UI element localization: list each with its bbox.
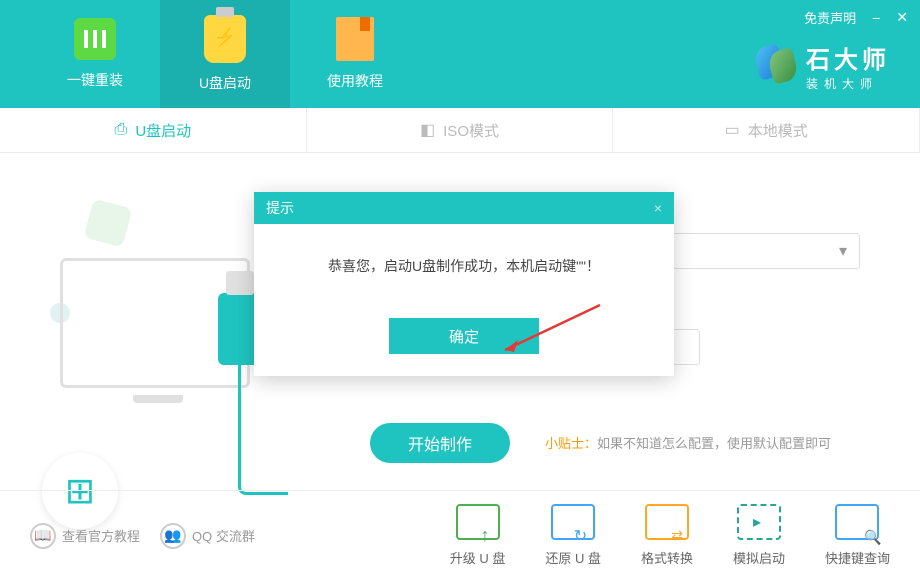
brand-subtitle: 装机大师	[806, 75, 890, 92]
action-upgrade[interactable]: 升级 U 盘	[450, 504, 506, 567]
mode-tab-local[interactable]: ▭ 本地模式	[613, 108, 920, 152]
tip-label: 小贴士：	[545, 436, 597, 451]
mode-tabs: ⎙ U盘启动 ◧ ISO模式 ▭ 本地模式	[0, 108, 920, 153]
modal-message: 恭喜您，启动U盘制作成功，本机启动键""！	[254, 224, 674, 308]
nav-label-tutorial: 使用教程	[327, 71, 383, 91]
modal-header: 提示 ×	[254, 192, 674, 224]
mode-tab-usb[interactable]: ⎙ U盘启动	[0, 108, 307, 152]
people-icon: 👥	[160, 523, 186, 549]
local-icon: ▭	[725, 120, 740, 140]
nav-tab-tutorial[interactable]: 使用教程	[290, 0, 420, 108]
action-restore[interactable]: 还原 U 盘	[545, 504, 601, 567]
deco-square	[84, 199, 133, 248]
window-controls: 免责声明 − ✕	[804, 8, 908, 27]
iso-icon: ◧	[420, 120, 435, 140]
action-convert[interactable]: 格式转换	[641, 504, 693, 567]
upgrade-icon	[456, 504, 500, 540]
start-button[interactable]: 开始制作	[370, 423, 510, 463]
cable-graphic	[238, 365, 288, 495]
nav-tab-usb-boot[interactable]: U盘启动	[160, 0, 290, 108]
chevron-down-icon: ▾	[839, 241, 847, 261]
modal-close-button[interactable]: ×	[654, 200, 662, 216]
modal-title: 提示	[266, 198, 294, 218]
restore-icon	[551, 504, 595, 540]
nav-label-reinstall: 一键重装	[67, 70, 123, 90]
modal-confirm-button[interactable]: 确定	[389, 318, 539, 354]
tip-content: 如果不知道怎么配置，使用默认配置即可	[597, 436, 831, 451]
official-tutorial-link[interactable]: 📖 查看官方教程	[30, 523, 140, 549]
brand-logo: 石大师 装机大师	[756, 40, 890, 92]
logo-icon	[756, 46, 796, 86]
usb-small-icon: ⎙	[115, 121, 128, 139]
action-simulate[interactable]: 模拟启动	[733, 504, 785, 567]
success-modal: 提示 × 恭喜您，启动U盘制作成功，本机启动键""！ 确定	[254, 192, 674, 376]
bottom-bar: 📖 查看官方教程 👥 QQ 交流群 升级 U 盘 还原 U 盘 格式转换 模拟启…	[0, 490, 920, 580]
nav-tabs: 一键重装 U盘启动 使用教程	[0, 0, 420, 108]
hotkey-icon	[835, 504, 879, 540]
action-hotkey[interactable]: 快捷键查询	[825, 504, 890, 567]
convert-icon	[645, 504, 689, 540]
reinstall-icon	[74, 18, 116, 60]
tutorial-icon	[336, 17, 374, 61]
nav-tab-reinstall[interactable]: 一键重装	[30, 0, 160, 108]
nav-label-usb: U盘启动	[199, 73, 251, 93]
simulate-icon	[737, 504, 781, 540]
minimize-button[interactable]: −	[872, 10, 880, 26]
mode-tab-iso[interactable]: ◧ ISO模式	[307, 108, 614, 152]
close-button[interactable]: ✕	[896, 9, 908, 26]
disclaimer-link[interactable]: 免责声明	[804, 8, 856, 27]
tip-text: 小贴士：如果不知道怎么配置，使用默认配置即可	[545, 433, 831, 452]
usb-icon	[204, 15, 246, 63]
book-icon: 📖	[30, 523, 56, 549]
qq-group-link[interactable]: 👥 QQ 交流群	[160, 523, 255, 549]
app-header: 一键重装 U盘启动 使用教程 免责声明 − ✕ 石大师 装机大师	[0, 0, 920, 108]
brand-title: 石大师	[806, 40, 890, 75]
